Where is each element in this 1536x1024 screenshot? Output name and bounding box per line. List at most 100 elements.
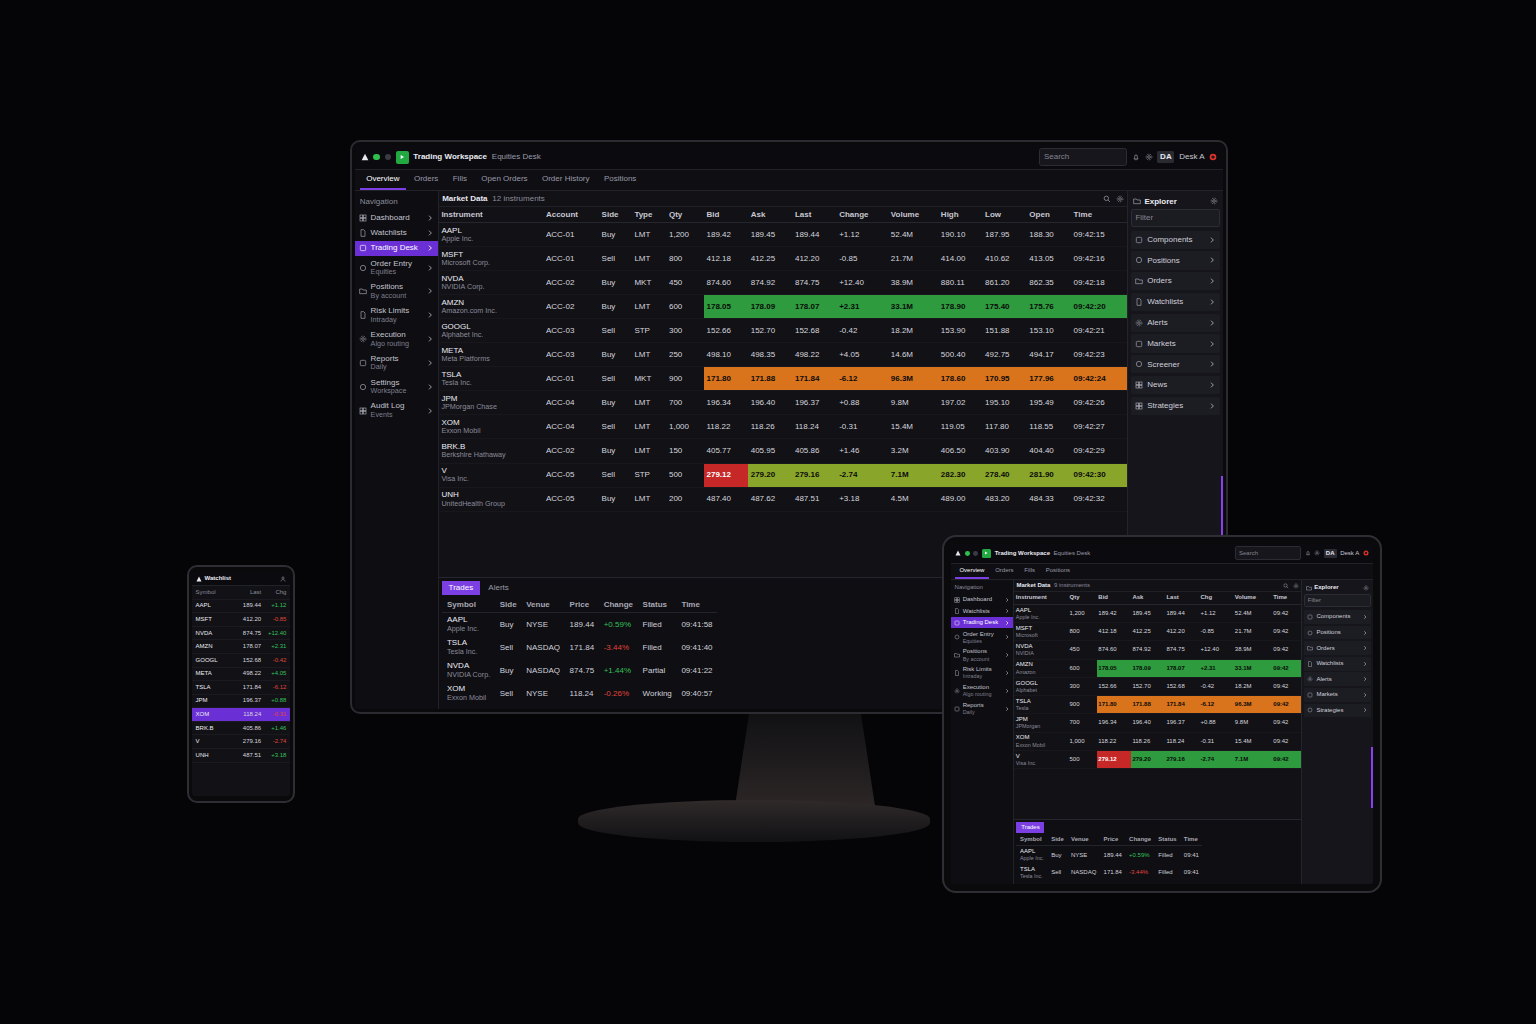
filter-field[interactable] <box>1304 594 1370 607</box>
panel-item[interactable]: Orders <box>1131 272 1220 290</box>
panel-item[interactable]: Orders <box>1304 641 1370 655</box>
trade-row[interactable]: XOMExxon MobilSellNYSE118.24-0.26%Workin… <box>442 682 717 705</box>
watchlist-row[interactable]: META498.22+4.05 <box>192 668 290 682</box>
run-button[interactable] <box>396 151 409 164</box>
account-name[interactable]: Desk A <box>1179 152 1204 162</box>
column-header[interactable]: Last <box>793 207 837 223</box>
column-header[interactable]: Side <box>495 598 522 613</box>
panel-item[interactable]: News <box>1131 376 1220 394</box>
account-badge[interactable]: DA <box>1157 151 1174 163</box>
column-header[interactable]: Low <box>983 207 1027 223</box>
table-row[interactable]: MSFTMicrosoft Corp.ACC-01SellLMT800412.1… <box>439 247 1127 271</box>
column-header[interactable]: Price <box>1100 835 1126 846</box>
table-row[interactable]: NVDANVIDIA Corp.ACC-02BuyMKT450874.60874… <box>439 271 1127 295</box>
column-header[interactable]: Last <box>1165 592 1199 604</box>
column-header[interactable]: Status <box>638 598 677 613</box>
column-header[interactable]: Account <box>544 207 600 223</box>
sidebar-item[interactable]: PositionsBy account <box>355 280 438 304</box>
sidebar-item[interactable]: Risk LimitsIntraday <box>355 303 438 327</box>
watchlist-row[interactable]: TSLA171.84-6.12 <box>192 681 290 695</box>
sidebar-item[interactable]: Order EntryEquities <box>355 256 438 280</box>
account-badge[interactable]: DA <box>1324 549 1337 558</box>
panel-item[interactable]: Strategies <box>1131 397 1220 415</box>
sidebar-item[interactable]: Audit LogEvents <box>355 399 438 423</box>
panel-item[interactable]: Positions <box>1304 626 1370 640</box>
menu-tab[interactable]: Positions <box>598 170 643 190</box>
column-header[interactable]: Status <box>1155 835 1181 846</box>
panel-item[interactable]: Components <box>1304 610 1370 624</box>
filter-field[interactable] <box>1131 209 1220 226</box>
panel-item[interactable]: Components <box>1131 231 1220 249</box>
menu-tab[interactable]: Fills <box>1020 564 1040 579</box>
table-row[interactable]: GOOGLAlphabet300152.66152.70152.68-0.421… <box>1014 677 1301 695</box>
sidebar-item[interactable]: Trading Desk <box>951 617 1013 628</box>
table-row[interactable]: UNHUnitedHealth GroupACC-05BuyLMT200487.… <box>439 487 1127 511</box>
column-header[interactable]: Time <box>1272 592 1301 604</box>
watchlist-row[interactable]: MSFT412.20-0.85 <box>192 613 290 627</box>
table-row[interactable]: XOMExxon MobilACC-04SellLMT1,000118.2211… <box>439 415 1127 439</box>
watchlist-row[interactable]: NVDA874.75+12.40 <box>192 627 290 641</box>
table-row[interactable]: MSFTMicrosoft800412.18412.25412.20-0.852… <box>1014 622 1301 640</box>
column-header[interactable]: Venue <box>1067 835 1100 846</box>
sidebar-item[interactable]: Trading Desk <box>355 241 438 256</box>
watchlist-row[interactable]: GOOGL152.68-0.42 <box>192 654 290 668</box>
menu-tab[interactable]: Fills <box>446 170 473 190</box>
column-header[interactable]: High <box>938 207 982 223</box>
table-row[interactable]: TSLATesla Inc.ACC-01SellMKT900171.80171.… <box>439 367 1127 391</box>
column-header[interactable]: Time <box>677 598 718 613</box>
column-header[interactable]: Instrument <box>439 207 544 223</box>
search-field[interactable] <box>1039 148 1127 166</box>
watchlist-row[interactable]: AMZN178.07+2.31 <box>192 640 290 654</box>
sidebar-item[interactable]: Dashboard <box>951 594 1013 605</box>
sidebar-item[interactable]: SettingsWorkspace <box>355 375 438 399</box>
sidebar-item[interactable]: Order EntryEquities <box>951 628 1013 646</box>
column-header[interactable]: Bid <box>704 207 748 223</box>
column-header[interactable]: Side <box>1048 835 1068 846</box>
sidebar-item[interactable]: Dashboard <box>355 210 438 225</box>
column-header[interactable]: Volume <box>888 207 938 223</box>
trade-row[interactable]: AAPLApple Inc.BuyNYSE189.44+0.59%Filled0… <box>1016 846 1202 864</box>
panel-item[interactable]: Alerts <box>1131 314 1220 332</box>
trade-row[interactable]: TSLATesla Inc.SellNASDAQ171.84-3.44%Fill… <box>442 636 717 659</box>
sidebar-item[interactable]: Watchlists <box>951 606 1013 617</box>
sidebar-item[interactable]: PositionsBy account <box>951 646 1013 664</box>
panel-item[interactable]: Positions <box>1131 251 1220 269</box>
table-row[interactable]: XOMExxon Mobil1,000118.22118.26118.24-0.… <box>1014 732 1301 750</box>
column-header[interactable]: Qty <box>1068 592 1097 604</box>
watchlist-row[interactable]: V279.16-2.74 <box>192 735 290 749</box>
column-header[interactable]: Chg <box>1199 592 1233 604</box>
bottom-tab[interactable]: Trades <box>1016 822 1044 833</box>
sidebar-item[interactable]: Risk LimitsIntraday <box>951 664 1013 682</box>
table-row[interactable]: VVisa Inc.500279.12279.20279.16-2.747.1M… <box>1014 750 1301 768</box>
column-header[interactable]: Ask <box>748 207 792 223</box>
column-header[interactable]: Type <box>632 207 667 223</box>
panel-item[interactable]: Alerts <box>1304 672 1370 686</box>
trade-row[interactable]: NVDANVIDIA Corp.BuyNASDAQ874.75+1.44%Par… <box>442 659 717 682</box>
panel-item[interactable]: Watchlists <box>1131 293 1220 311</box>
search-field[interactable] <box>1235 546 1301 560</box>
table-row[interactable]: AAPLApple Inc.1,200189.42189.45189.44+1.… <box>1014 604 1301 622</box>
table-row[interactable]: BRK.BBerkshire HathawayACC-02BuyLMT15040… <box>439 439 1127 463</box>
column-header[interactable]: Bid <box>1097 592 1131 604</box>
watchlist-row[interactable]: JPM196.37+0.88 <box>192 695 290 709</box>
menu-tab[interactable]: Open Orders <box>475 170 534 190</box>
menu-tab[interactable]: Orders <box>408 170 445 190</box>
bottom-tab[interactable]: Alerts <box>482 581 515 595</box>
column-header[interactable]: Change <box>1126 835 1155 846</box>
trade-row[interactable]: AAPLApple Inc.BuyNYSE189.44+0.59%Filled0… <box>442 612 717 636</box>
table-row[interactable]: AMZNAmazon.com Inc.ACC-02BuyLMT600178.05… <box>439 295 1127 319</box>
menu-tab[interactable]: Orders <box>990 564 1018 579</box>
table-row[interactable]: TSLATesla900171.80171.88171.84-6.1296.3M… <box>1014 696 1301 714</box>
sidebar-item[interactable]: Watchlists <box>355 225 438 240</box>
table-row[interactable]: JPMJPMorgan700196.34196.40196.37+0.889.8… <box>1014 714 1301 732</box>
scrollbar-thumb[interactable] <box>1371 747 1373 808</box>
panel-item[interactable]: Screener <box>1131 355 1220 373</box>
workspace-name[interactable]: Equities Desk <box>1054 550 1091 557</box>
menu-tab[interactable]: Order History <box>536 170 596 190</box>
column-header[interactable]: Price <box>565 598 599 613</box>
table-row[interactable]: AMZNAmazon600178.05178.09178.07+2.3133.1… <box>1014 659 1301 677</box>
column-header[interactable]: Change <box>837 207 889 223</box>
column-header[interactable]: Change <box>599 598 638 613</box>
bottom-tab[interactable]: Trades <box>442 581 479 595</box>
panel-item[interactable]: Markets <box>1304 688 1370 702</box>
